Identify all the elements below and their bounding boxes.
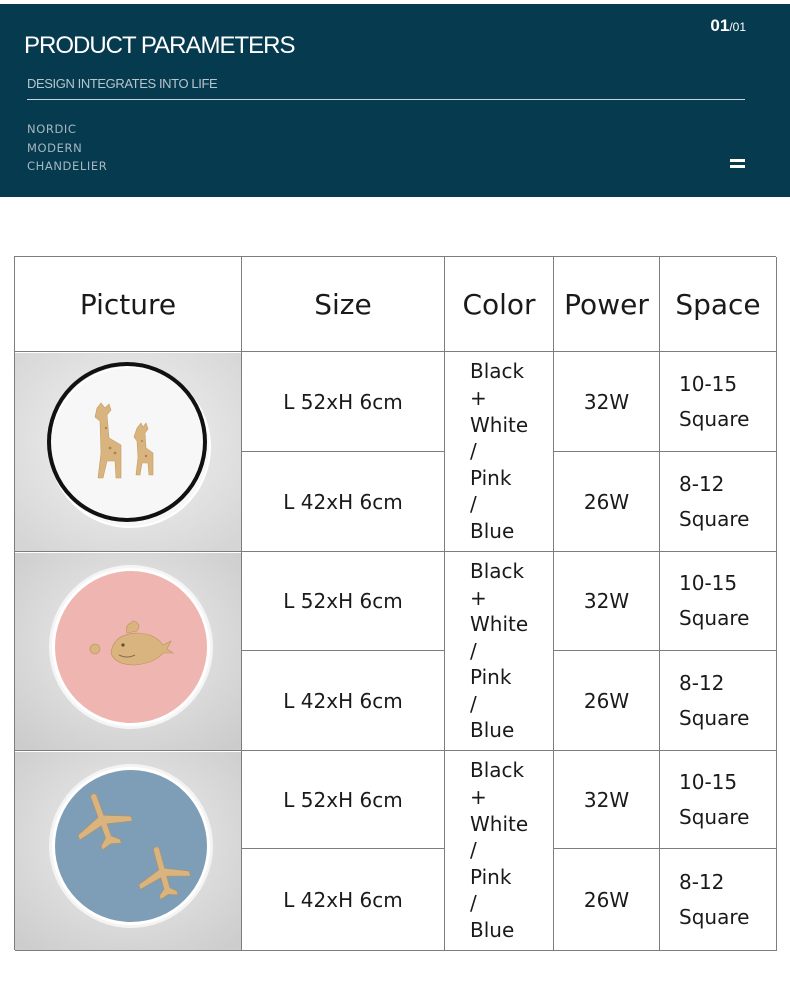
size-cell: L 52xH 6cm [242,352,445,452]
size-cell: L 42xH 6cm [242,849,445,951]
space-cell: 8-12 Square [660,651,777,751]
space-value: 8-12 Square [679,471,750,531]
space-value: 10-15 Square [679,769,750,829]
space-cell: 8-12 Square [660,452,777,552]
size-cell: L 52xH 6cm [242,552,445,651]
space-cell: 10-15 Square [660,751,777,849]
product-image-giraffe-lamp [15,352,242,552]
size-cell: L 42xH 6cm [242,651,445,751]
header-banner: PRODUCT PARAMETERS DESIGN INTEGRATES INT… [0,4,790,197]
page-total: /01 [729,20,746,34]
parameters-table: Picture Size Color Power Space L 52xH 6c… [14,256,777,951]
header-divider [27,99,745,100]
col-header-power: Power [554,257,660,352]
col-header-size: Size [242,257,445,352]
giraffe-lamp-image [15,352,241,551]
power-cell: 26W [554,651,660,751]
power-cell: 32W [554,352,660,452]
category-tags: NORDIC MODERN CHANDELIER [27,120,107,176]
space-value: 8-12 Square [679,670,750,730]
power-cell: 32W [554,751,660,849]
whale-lamp-image [15,552,241,750]
product-image-whale-lamp [15,552,242,751]
col-header-color: Color [445,257,554,352]
col-header-space: Space [660,257,777,352]
power-cell: 32W [554,552,660,651]
color-options: Black + White / Pink / Blue [470,558,529,743]
color-options: Black + White / Pink / Blue [470,758,529,942]
page-current: 01 [710,16,730,35]
power-cell: 26W [554,452,660,552]
page-subtitle: DESIGN INTEGRATES INTO LIFE [27,76,218,91]
size-cell: L 42xH 6cm [242,452,445,552]
hamburger-menu-icon[interactable] [730,159,745,171]
space-cell: 8-12 Square [660,849,777,951]
col-header-picture: Picture [15,257,242,352]
size-cell: L 52xH 6cm [242,751,445,849]
airplane-lamp-image [15,751,241,950]
color-cell: Black + White / Pink / Blue [445,552,554,751]
space-value: 10-15 Square [679,371,750,431]
tag-chandelier: CHANDELIER [27,159,108,173]
space-value: 10-15 Square [679,571,750,630]
space-cell: 10-15 Square [660,352,777,452]
power-cell: 26W [554,849,660,951]
page-title: PRODUCT PARAMETERS [24,32,295,59]
color-cell: Black + White / Pink / Blue [445,751,554,951]
space-value: 8-12 Square [679,869,750,929]
menu-bar-top [730,159,745,162]
color-options: Black + White / Pink / Blue [470,359,529,543]
color-cell: Black + White / Pink / Blue [445,352,554,552]
tag-modern: MODERN [27,140,83,155]
menu-bar-bottom [730,165,745,168]
page-indicator: 01/01 [710,16,746,36]
tag-nordic: NORDIC [27,122,77,136]
space-cell: 10-15 Square [660,552,777,651]
product-image-airplane-lamp [15,751,242,951]
